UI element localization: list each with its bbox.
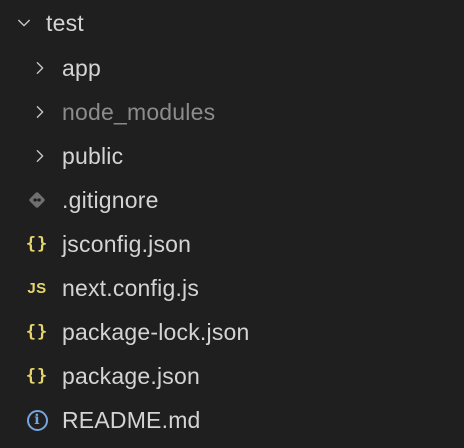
file-gitignore[interactable]: .gitignore — [0, 178, 464, 222]
file-label: README.md — [62, 406, 201, 433]
chevron-down-icon — [17, 16, 31, 30]
chevron-right-icon — [33, 149, 47, 163]
chevron-right-icon — [33, 105, 47, 119]
file-label: next.config.js — [62, 274, 200, 301]
javascript-icon: JS — [27, 279, 47, 297]
json-icon: {} — [25, 365, 49, 386]
file-next-config-js[interactable]: JS next.config.js — [0, 266, 464, 310]
file-package-json[interactable]: {} package.json — [0, 354, 464, 398]
info-icon: i — [22, 398, 52, 442]
json-icon: {} — [25, 233, 49, 254]
folder-public[interactable]: public — [0, 134, 464, 178]
folder-app[interactable]: app — [0, 46, 464, 90]
folder-label: app — [62, 54, 101, 81]
file-jsconfig-json[interactable]: {} jsconfig.json — [0, 222, 464, 266]
file-label: jsconfig.json — [62, 230, 192, 257]
folder-label: node_modules — [62, 98, 216, 125]
file-label: package.json — [62, 362, 200, 389]
file-explorer-tree: test app node_modules public .gitignore … — [0, 0, 464, 448]
folder-node-modules[interactable]: node_modules — [0, 90, 464, 134]
folder-label: test — [46, 9, 84, 36]
file-package-lock-json[interactable]: {} package-lock.json — [0, 310, 464, 354]
git-icon — [22, 178, 52, 222]
chevron-right-icon — [33, 61, 47, 75]
folder-label: public — [62, 142, 124, 169]
info-glyph: i — [26, 409, 48, 431]
file-label: package-lock.json — [62, 318, 250, 345]
file-readme-md[interactable]: i README.md — [0, 398, 464, 442]
json-icon: {} — [25, 321, 49, 342]
file-label: .gitignore — [62, 186, 159, 213]
folder-test[interactable]: test — [0, 0, 464, 46]
